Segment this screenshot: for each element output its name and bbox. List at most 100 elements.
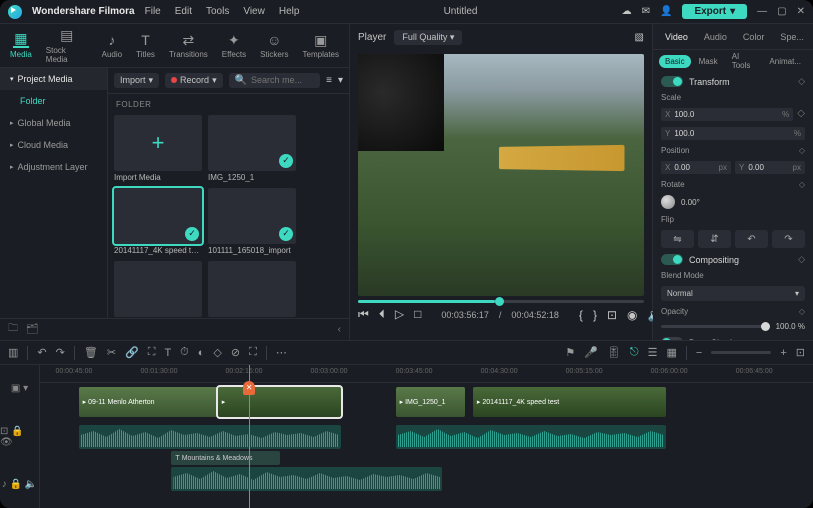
track-header-overlay[interactable]: ⊡ 🔒 👁 [0,413,39,461]
flip-h-button[interactable]: ⇋ [661,230,694,248]
crop-icon[interactable]: ⛶ [148,346,156,359]
position-x-field[interactable]: X0.00px [661,161,731,174]
keyframe-tool-icon[interactable]: ◇ [213,346,221,359]
import-button[interactable]: Import▾ [114,73,159,88]
flip-v-button[interactable]: ⇵ [698,230,731,248]
media-thumb[interactable] [114,261,202,318]
media-thumb[interactable] [208,261,296,318]
redo-icon[interactable]: ↷ [56,346,65,359]
messages-icon[interactable]: ✉ [642,6,650,17]
track-header-audio[interactable]: ♪ 🔒 🔈 [0,460,39,508]
new-folder-icon[interactable]: 🗂 [26,324,39,335]
more-icon[interactable]: ⋯ [276,346,287,359]
export-button[interactable]: Export▾ [682,4,747,19]
keyframe-icon[interactable]: ◇ [799,307,805,316]
color-icon[interactable]: ◐ [198,347,205,359]
rotate-left-button[interactable]: ↶ [735,230,768,248]
camera-icon[interactable]: ◉ [627,308,637,322]
maximize-icon[interactable]: ▢ [777,6,786,17]
sidebar-item-adjustment-layer[interactable]: ▸Adjustment Layer [0,156,107,178]
expand-icon[interactable]: ⛶ [249,346,257,359]
audio-clip[interactable] [396,425,667,449]
tab-transitions[interactable]: ⇄Transitions [169,32,208,59]
audio-track-1[interactable] [40,425,813,451]
subtab-basic[interactable]: Basic [659,55,691,68]
keyframe-icon[interactable]: ◇ [797,108,805,121]
playhead-close-icon[interactable]: ✕ [246,383,253,392]
close-icon[interactable]: ✕ [797,6,805,17]
preview-viewport[interactable] [358,54,644,296]
snap-icon[interactable]: ☰ [648,346,658,359]
snapshot-icon[interactable]: ▧ [635,32,644,43]
tab-video[interactable]: Video [659,30,694,44]
compositing-toggle[interactable] [661,254,683,265]
track-header-video[interactable]: ▣ ▾ [0,365,39,413]
dropshadow-toggle[interactable] [661,337,683,340]
zoom-fit-icon[interactable]: ⊡ [796,346,805,359]
sort-icon[interactable]: ≡ [326,75,332,86]
search-input[interactable]: 🔍 [229,73,321,88]
media-thumb[interactable]: +Import Media [114,115,202,182]
undo-icon[interactable]: ↶ [37,346,46,359]
transform-toggle[interactable] [661,76,683,87]
sidebar-item-project-media[interactable]: ▾Project Media [0,68,107,90]
tab-color[interactable]: Color [737,30,771,44]
link-icon[interactable]: 🔗 [125,346,139,359]
mark-out-icon[interactable]: } [593,308,597,322]
timeline-clip[interactable]: ▸20141117_4K speed test [473,387,666,417]
playhead[interactable]: ✕ [249,365,250,508]
opacity-slider[interactable] [661,325,770,328]
scrub-bar[interactable] [358,300,644,303]
tab-audio[interactable]: ♪Audio [102,32,122,59]
prev-frame-icon[interactable]: ⏮ [358,307,369,322]
menu-help[interactable]: Help [279,6,300,17]
delete-icon[interactable]: 🗑 [84,346,98,359]
menu-view[interactable]: View [243,6,265,17]
timeline-ruler[interactable]: 00:00:45:0000:01:30:0000:02:15:0000:03:0… [40,365,813,383]
stop-icon[interactable]: □ [414,307,421,322]
menu-tools[interactable]: Tools [206,6,229,17]
record-button[interactable]: Record▾ [165,73,223,88]
collapse-icon[interactable]: ‹ [338,324,341,335]
title-track[interactable]: TMountains & Meadows [40,451,813,465]
folder-icon[interactable]: 🗀 [8,321,18,338]
text-icon[interactable]: T [164,347,171,359]
subtab-mask[interactable]: Mask [693,55,724,68]
mic-icon[interactable]: 🎤 [584,346,598,359]
sidebar-item-cloud-media[interactable]: ▸Cloud Media [0,134,107,156]
minimize-icon[interactable]: — [757,6,767,17]
keyframe-icon[interactable]: ◇ [798,254,805,265]
tab-titles[interactable]: TTitles [136,32,155,59]
video-track[interactable]: ▸09-11 Menlo Atherton▸ ▸IMG_1250_1▸201411… [40,387,813,423]
menu-edit[interactable]: Edit [175,6,192,17]
mixer-icon[interactable]: 🎚 [607,346,621,359]
timeline-clip[interactable]: ▸09-11 Menlo Atherton [79,387,218,417]
title-clip[interactable]: TMountains & Meadows [171,451,279,465]
tab-effects[interactable]: ✦Effects [222,32,246,59]
audio-clip[interactable] [79,425,342,449]
tl-layout-icon[interactable]: ▥ [8,346,18,359]
menu-file[interactable]: File [145,6,161,17]
media-thumb[interactable]: ✓IMG_1250_1 [208,115,296,182]
speed-icon[interactable]: ⏱ [180,346,189,359]
marker-icon[interactable]: ⚑ [565,346,575,359]
play-icon[interactable]: ▷ [395,307,404,322]
media-thumb[interactable]: ✓101111_165018_import [208,188,296,255]
timeline-clip[interactable]: ▸ [218,387,342,417]
audio-clip[interactable] [171,467,442,491]
subtab-ai-tools[interactable]: AI Tools [726,50,762,72]
sidebar-item-folder[interactable]: Folder [0,90,107,112]
mark-in-icon[interactable]: { [579,308,583,322]
zoom-in-icon[interactable]: + [780,347,786,359]
scrub-handle-icon[interactable] [495,297,504,306]
keyframe-icon[interactable]: ◇ [798,76,805,87]
timeline-clip[interactable]: ▸IMG_1250_1 [396,387,466,417]
rotate-knob[interactable] [661,195,675,209]
display-icon[interactable]: ⊡ [607,308,617,322]
position-y-field[interactable]: Y0.00px [735,161,805,174]
blend-mode-select[interactable]: Normal▾ [661,286,805,301]
rotate-right-button[interactable]: ↷ [772,230,805,248]
tab-templates[interactable]: ▣Templates [303,32,339,59]
keyframe-icon[interactable]: ◇ [799,146,805,155]
split-icon[interactable]: ✂ [107,346,116,359]
